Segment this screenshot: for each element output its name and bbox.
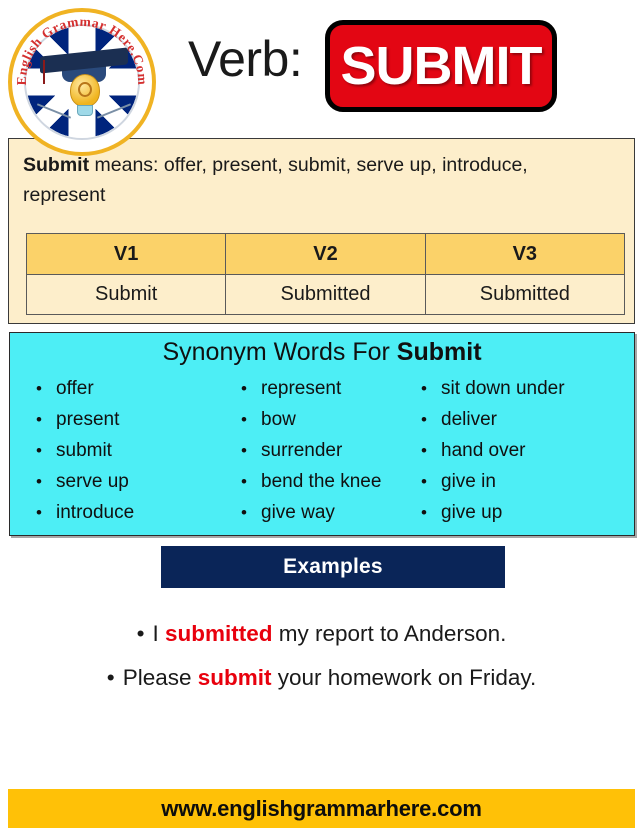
- list-item: represent: [239, 373, 401, 404]
- table-cell-v3: Submitted: [424, 274, 626, 315]
- bullet-icon: •: [136, 621, 145, 646]
- list-item: • I submitted my report to Anderson.: [0, 612, 643, 656]
- list-item: give in: [419, 466, 626, 497]
- synonym-column-1: offer present submit serve up introduce: [10, 373, 215, 528]
- list-item: hand over: [419, 435, 626, 466]
- footer-bar: www.englishgrammarhere.com: [8, 789, 635, 828]
- verb-label: Verb:: [188, 31, 303, 87]
- example-pre: Please: [122, 665, 198, 690]
- definition-body: means: offer, present, submit, serve up,…: [23, 154, 528, 206]
- list-item: • Please submit your homework on Friday.: [0, 656, 643, 700]
- infographic-page: English Grammar Here.Com Verb: SUBMIT Su…: [0, 0, 643, 835]
- verb-forms-table: V1 V2 V3 Submit Submitted Submitted: [25, 233, 626, 315]
- synonym-column-3: sit down under deliver hand over give in…: [401, 373, 626, 528]
- synonym-column-2: represent bow surrender bend the knee gi…: [215, 373, 401, 528]
- list-item: submit: [34, 435, 215, 466]
- synonyms-title-accent: Submit: [396, 338, 482, 366]
- list-item: give up: [419, 497, 626, 528]
- table-row: Submit Submitted Submitted: [25, 274, 626, 315]
- table-header-v3: V3: [424, 233, 626, 275]
- list-item: bow: [239, 404, 401, 435]
- logo-ring-text-label: English Grammar Here.Com: [14, 14, 150, 86]
- synonyms-panel: Synonym Words For Submit offer present s…: [9, 332, 635, 536]
- svg-text:English Grammar Here.Com: English Grammar Here.Com: [14, 14, 150, 86]
- list-item: sit down under: [419, 373, 626, 404]
- example-highlight: submitted: [165, 621, 273, 646]
- bullet-icon: •: [106, 665, 115, 690]
- examples-banner-label: Examples: [283, 555, 383, 578]
- example-pre: I: [152, 621, 165, 646]
- table-header-v1: V1: [25, 233, 227, 275]
- examples-list: • I submitted my report to Anderson. • Ple…: [0, 612, 643, 700]
- list-item: offer: [34, 373, 215, 404]
- synonyms-title: Synonym Words For Submit: [10, 338, 634, 367]
- example-post: my report to Anderson.: [272, 621, 507, 646]
- definition-panel: Submit means: offer, present, submit, se…: [8, 138, 635, 324]
- table-header-row: V1 V2 V3: [25, 233, 626, 275]
- headword-chip: SUBMIT: [325, 20, 557, 112]
- list-item: serve up: [34, 466, 215, 497]
- synonyms-title-prefix: Synonym Words For: [162, 338, 397, 366]
- example-highlight: submit: [197, 665, 272, 690]
- list-item: present: [34, 404, 215, 435]
- table-cell-v2: Submitted: [225, 274, 426, 315]
- list-item: bend the knee: [239, 466, 401, 497]
- definition-text: Submit means: offer, present, submit, se…: [23, 151, 613, 210]
- header: English Grammar Here.Com Verb: SUBMIT: [0, 0, 643, 156]
- synonym-columns: offer present submit serve up introduce …: [10, 373, 634, 528]
- table-header-v2: V2: [225, 233, 426, 275]
- table-cell-v1: Submit: [25, 274, 227, 315]
- list-item: surrender: [239, 435, 401, 466]
- examples-banner: Examples: [161, 546, 505, 588]
- list-item: give way: [239, 497, 401, 528]
- example-post: your homework on Friday.: [271, 665, 537, 690]
- definition-headword: Submit: [23, 154, 90, 176]
- list-item: introduce: [34, 497, 215, 528]
- headword-text: SUBMIT: [340, 36, 543, 96]
- website-url: www.englishgrammarhere.com: [161, 795, 482, 821]
- list-item: deliver: [419, 404, 626, 435]
- english-grammar-here-logo: English Grammar Here.Com: [8, 8, 156, 156]
- logo-ring-text: English Grammar Here.Com: [14, 14, 150, 86]
